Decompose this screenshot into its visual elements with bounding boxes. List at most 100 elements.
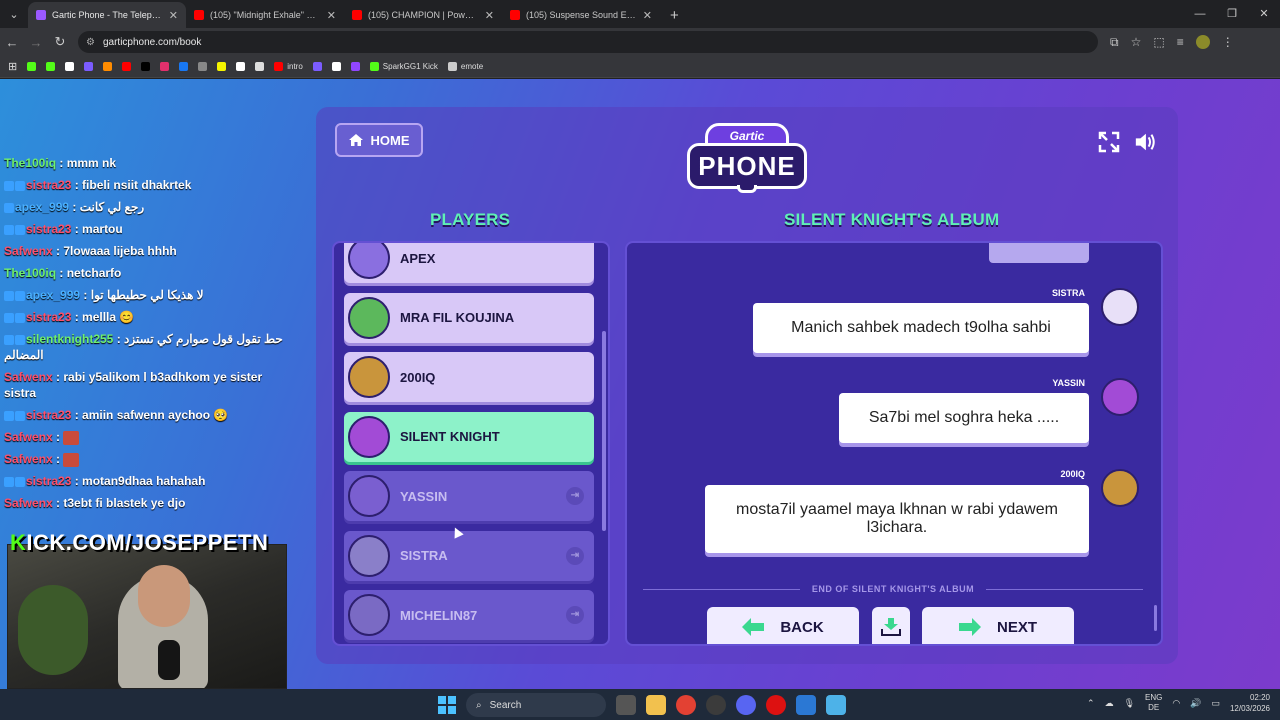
browser-tab[interactable]: (105) CHAMPION | Powerfu ✕	[344, 2, 502, 28]
site-info-icon[interactable]: ⚙	[86, 37, 95, 48]
back-button[interactable]: BACK	[707, 607, 859, 644]
player-avatar	[348, 243, 390, 279]
discord-icon[interactable]	[736, 695, 756, 715]
bookmark-item[interactable]	[331, 62, 341, 71]
url-field[interactable]: ⚙ garticphone.com/book	[78, 31, 1098, 53]
kick-banner-k: K	[10, 530, 27, 555]
word-icon[interactable]	[796, 695, 816, 715]
profile-avatar[interactable]	[1195, 34, 1210, 49]
chat-text: : t3ebt fi blastek ye djo	[56, 496, 186, 510]
player-row[interactable]: MICHELIN87 ⇥	[344, 590, 594, 640]
fullscreen-icon[interactable]	[1098, 131, 1120, 153]
webcam-feed	[7, 544, 287, 689]
clock[interactable]: 02:20 12/03/2026	[1230, 692, 1270, 714]
player-avatar	[348, 356, 390, 398]
browser-tab[interactable]: Gartic Phone - The Telephone G ✕	[28, 2, 186, 28]
bookmark-item[interactable]	[217, 62, 227, 71]
bookmark-item[interactable]	[350, 62, 360, 71]
chat-message: Safwenx :	[0, 426, 290, 448]
tray-overflow-icon[interactable]: ⌃	[1087, 698, 1095, 709]
language-indicator[interactable]: ENG DE	[1145, 693, 1162, 713]
bookmark-item[interactable]	[46, 62, 56, 71]
bookmark-item[interactable]	[65, 62, 75, 71]
browser-menu-icon[interactable]: ⋮	[1222, 35, 1234, 50]
taskbar-search[interactable]: ⌕ Search	[466, 693, 606, 717]
wifi-icon[interactable]: ◠	[1172, 698, 1180, 709]
close-window-icon[interactable]: ✕	[1248, 0, 1280, 28]
back-arrow-icon[interactable]: ←	[0, 35, 24, 50]
bookmark-item[interactable]	[103, 62, 113, 71]
minimize-icon[interactable]: —	[1184, 0, 1216, 28]
apps-grid-icon[interactable]: ⊞	[8, 60, 17, 73]
chat-username: apex_999	[26, 288, 81, 302]
album-scrollbar[interactable]	[1154, 605, 1157, 631]
tab-close-icon[interactable]: ✕	[169, 9, 178, 22]
bookmark-item[interactable]	[179, 62, 189, 71]
bookmark-icon	[255, 62, 265, 71]
sound-icon[interactable]	[1134, 131, 1156, 153]
notepad-icon[interactable]	[826, 695, 846, 715]
extensions-icon[interactable]: ⬚	[1153, 35, 1164, 50]
reading-list-icon[interactable]: ≡	[1177, 35, 1184, 50]
task-view-icon[interactable]	[616, 695, 636, 715]
bookmark-item[interactable]	[312, 62, 322, 71]
message-author: YASSIN	[1052, 378, 1085, 388]
players-list[interactable]: APEX MRA FIL KOUJINA 200IQ SILENT KNIGHT YAS…	[332, 241, 610, 646]
player-left-icon: ⇥	[566, 546, 584, 565]
onedrive-icon[interactable]: ☁	[1105, 698, 1114, 709]
translate-icon[interactable]: ⧉	[1110, 35, 1119, 50]
bookmark-item[interactable]: SparkGG1 Kick	[369, 62, 438, 71]
bookmark-icon	[447, 62, 457, 71]
start-menu-icon[interactable]	[438, 696, 456, 714]
chrome-icon[interactable]	[676, 695, 696, 715]
tab-favicon-icon	[352, 10, 362, 20]
bookmark-star-icon[interactable]: ☆	[1131, 35, 1142, 50]
tab-close-icon[interactable]: ✕	[643, 9, 652, 22]
players-scrollbar[interactable]	[602, 331, 606, 531]
chat-text: : fibeli nsiit dhakrtek	[74, 178, 192, 192]
tab-close-icon[interactable]: ✕	[485, 9, 494, 22]
bookmark-item[interactable]	[198, 62, 208, 71]
bookmark-item[interactable]	[236, 62, 246, 71]
download-button[interactable]	[872, 607, 910, 644]
battery-icon[interactable]: ▭	[1211, 698, 1220, 709]
player-row[interactable]: SISTRA ⇥	[344, 530, 594, 581]
chat-text: : لا هذيكا لي حطيطها توا	[83, 288, 204, 302]
player-row[interactable]: 200IQ	[344, 352, 594, 402]
bookmark-item[interactable]	[27, 62, 37, 71]
reload-icon[interactable]: ↻	[48, 34, 72, 50]
player-row[interactable]: APEX	[344, 243, 594, 283]
file-explorer-icon[interactable]	[646, 695, 666, 715]
tab-close-icon[interactable]: ✕	[327, 9, 336, 22]
browser-tab[interactable]: (105) "Midnight Exhale" Playlist ✕	[186, 2, 344, 28]
bookmark-item[interactable]	[122, 62, 132, 71]
chat-username: Safwenx	[4, 496, 53, 510]
player-row[interactable]: YASSIN ⇥	[344, 471, 594, 521]
restore-icon[interactable]: ❐	[1216, 0, 1248, 28]
chat-message: sistra23 : mellla 😊	[0, 306, 290, 328]
home-button[interactable]: HOME	[335, 123, 423, 157]
obs-icon[interactable]	[706, 695, 726, 715]
bookmark-item[interactable]: intro	[274, 62, 303, 71]
app-red-icon[interactable]	[766, 695, 786, 715]
bookmark-item[interactable]	[160, 62, 170, 71]
new-tab-button[interactable]: +	[660, 2, 689, 28]
bookmark-item[interactable]	[84, 62, 94, 71]
bookmark-item[interactable]	[255, 62, 265, 71]
player-row[interactable]: MRA FIL KOUJINA	[344, 292, 594, 343]
bookmark-icon	[179, 62, 189, 71]
browser-tab-bar: ⌄ Gartic Phone - The Telephone G✕(105) "…	[0, 0, 1280, 28]
forward-arrow-icon[interactable]: →	[24, 35, 48, 50]
chat-badge-icon	[15, 180, 25, 191]
next-button[interactable]: NEXT	[922, 607, 1074, 644]
volume-icon[interactable]: 🔊	[1190, 698, 1201, 709]
browser-tab[interactable]: (105) Suspense Sound Effect - S ✕	[502, 2, 660, 28]
chat-message: apex_999 : لا هذيكا لي حطيطها توا	[0, 284, 290, 306]
message-author-avatar	[1101, 288, 1139, 326]
player-row[interactable]: SILENT KNIGHT	[344, 411, 594, 462]
album-view[interactable]: SISTRA Manich sahbek madech t9olha sahbi Y…	[625, 241, 1163, 646]
bookmark-item[interactable]: emote	[447, 62, 483, 71]
bookmark-item[interactable]	[141, 62, 151, 71]
tray-mic-icon[interactable]: 🎙	[1124, 698, 1135, 709]
tab-search-icon[interactable]: ⌄	[0, 0, 28, 28]
